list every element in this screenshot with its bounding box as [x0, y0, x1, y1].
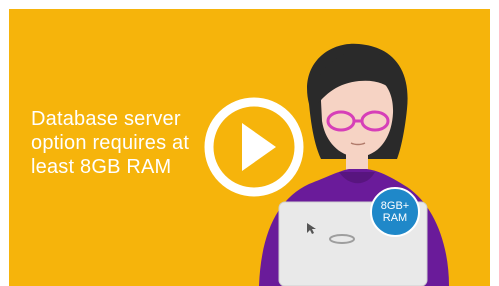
ram-badge-line-2: RAM	[382, 212, 408, 224]
ram-badge-line-1: 8GB+	[380, 200, 410, 212]
play-button[interactable]	[202, 95, 306, 199]
video-thumbnail[interactable]: Database server option requires at least…	[9, 9, 490, 286]
page-frame: Database server option requires at least…	[0, 0, 499, 286]
caption-line-1: Database server	[31, 108, 181, 130]
video-caption: Database server option requires at least…	[31, 107, 211, 179]
play-icon	[204, 97, 304, 197]
ram-badge: 8GB+ RAM	[370, 187, 420, 237]
caption-line-3: least 8GB RAM	[31, 156, 172, 178]
caption-line-2: option requires at	[31, 132, 190, 154]
